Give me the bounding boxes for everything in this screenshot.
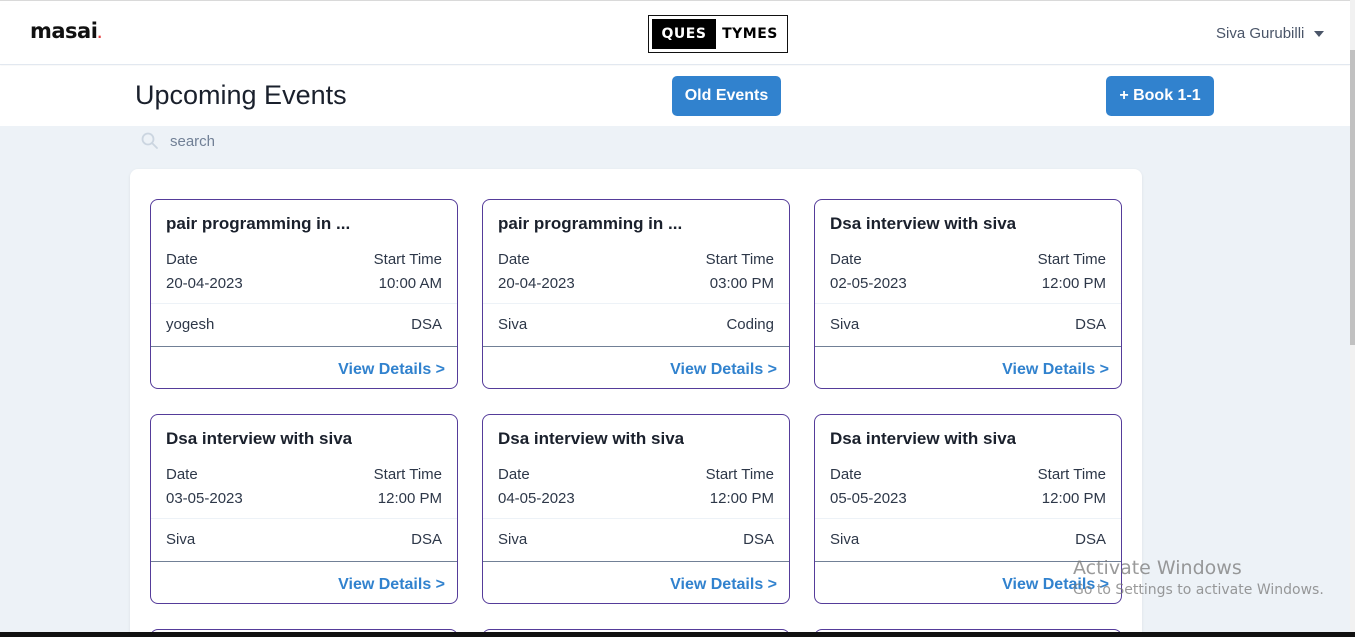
start-time-label: Start Time <box>373 251 442 268</box>
card-divider <box>151 561 457 562</box>
date-label: Date <box>166 466 198 483</box>
event-card[interactable]: Dsa interview with siva Date Start Time 04-… <box>482 414 790 604</box>
event-date: 02-05-2023 <box>830 275 907 292</box>
date-label: Date <box>830 251 862 268</box>
card-divider <box>151 346 457 347</box>
masai-logo[interactable]: masai. <box>30 19 102 43</box>
event-card[interactable]: pair programming in ... Date Start Time 20-… <box>482 199 790 389</box>
user-name: Siva Gurubilli <box>1216 25 1305 42</box>
date-label: Date <box>498 466 530 483</box>
event-category: DSA <box>411 316 442 333</box>
event-time: 12:00 PM <box>1041 275 1106 292</box>
event-date: 20-04-2023 <box>166 275 243 292</box>
page-header: Upcoming Events Old Events + Book 1-1 <box>0 66 1350 126</box>
navbar: masai. QUES TYMES Siva Gurubilli <box>0 5 1350 65</box>
event-title: Dsa interview with siva <box>166 429 353 448</box>
event-time: 12:00 PM <box>1041 490 1106 507</box>
event-card[interactable]: Dsa interview with siva Date Start Time 05-… <box>814 414 1122 604</box>
view-details-link[interactable]: View Details > <box>338 576 445 594</box>
event-host: yogesh <box>166 316 215 333</box>
event-category: DSA <box>743 531 774 548</box>
start-time-label: Start Time <box>1037 466 1106 483</box>
card-divider <box>815 346 1121 347</box>
date-label: Date <box>498 251 530 268</box>
view-details-link[interactable]: View Details > <box>338 361 445 379</box>
brand-left-text: QUES <box>652 19 716 49</box>
event-card[interactable]: Dsa interview with siva Date Start Time 03-… <box>150 414 458 604</box>
card-divider <box>483 346 789 347</box>
event-card[interactable]: pair programming in ... Date Start Time 20-… <box>150 199 458 389</box>
event-host: Siva <box>830 316 860 333</box>
taskbar-edge <box>0 632 1355 637</box>
event-host: Siva <box>830 531 860 548</box>
search-input[interactable] <box>170 132 470 150</box>
view-details-link[interactable]: View Details > <box>670 361 777 379</box>
start-time-label: Start Time <box>1037 251 1106 268</box>
event-time: 12:00 PM <box>377 490 442 507</box>
event-title: pair programming in ... <box>166 214 351 233</box>
event-time: 10:00 AM <box>378 275 442 292</box>
event-category: DSA <box>1075 531 1106 548</box>
event-category: DSA <box>1075 316 1106 333</box>
event-category: Coding <box>726 316 774 333</box>
card-divider <box>483 518 789 519</box>
card-divider <box>815 303 1121 304</box>
card-divider <box>151 518 457 519</box>
card-divider <box>483 303 789 304</box>
event-host: Siva <box>498 531 528 548</box>
card-divider <box>483 561 789 562</box>
date-label: Date <box>166 251 198 268</box>
user-menu[interactable]: Siva Gurubilli <box>1216 25 1325 42</box>
search-icon <box>140 131 160 151</box>
caret-down-icon <box>1314 30 1325 37</box>
questymes-logo[interactable]: QUES TYMES <box>648 15 788 53</box>
event-host: Siva <box>498 316 528 333</box>
search-bar <box>140 130 470 152</box>
card-divider <box>815 518 1121 519</box>
start-time-label: Start Time <box>705 251 774 268</box>
event-date: 03-05-2023 <box>166 490 243 507</box>
event-date: 04-05-2023 <box>498 490 575 507</box>
event-title: pair programming in ... <box>498 214 683 233</box>
page-title: Upcoming Events <box>135 80 347 110</box>
card-divider <box>151 303 457 304</box>
scrollbar-thumb[interactable] <box>1350 50 1355 345</box>
start-time-label: Start Time <box>705 466 774 483</box>
book-one-on-one-button[interactable]: + Book 1-1 <box>1106 76 1214 116</box>
event-time: 12:00 PM <box>709 490 774 507</box>
view-details-link[interactable]: View Details > <box>1002 361 1109 379</box>
event-category: DSA <box>411 531 442 548</box>
date-label: Date <box>830 466 862 483</box>
event-title: Dsa interview with siva <box>830 214 1017 233</box>
brand-right-text: TYMES <box>722 26 778 42</box>
view-details-link[interactable]: View Details > <box>670 576 777 594</box>
event-title: Dsa interview with siva <box>498 429 685 448</box>
event-time: 03:00 PM <box>709 275 774 292</box>
view-details-link[interactable]: View Details > <box>1002 576 1109 594</box>
event-title: Dsa interview with siva <box>830 429 1017 448</box>
card-divider <box>815 561 1121 562</box>
events-panel: pair programming in ... Date Start Time 20-… <box>130 169 1142 637</box>
event-date: 05-05-2023 <box>830 490 907 507</box>
event-host: Siva <box>166 531 196 548</box>
old-events-button[interactable]: Old Events <box>672 76 781 116</box>
event-date: 20-04-2023 <box>498 275 575 292</box>
start-time-label: Start Time <box>373 466 442 483</box>
event-card[interactable]: Dsa interview with siva Date Start Time 02-… <box>814 199 1122 389</box>
